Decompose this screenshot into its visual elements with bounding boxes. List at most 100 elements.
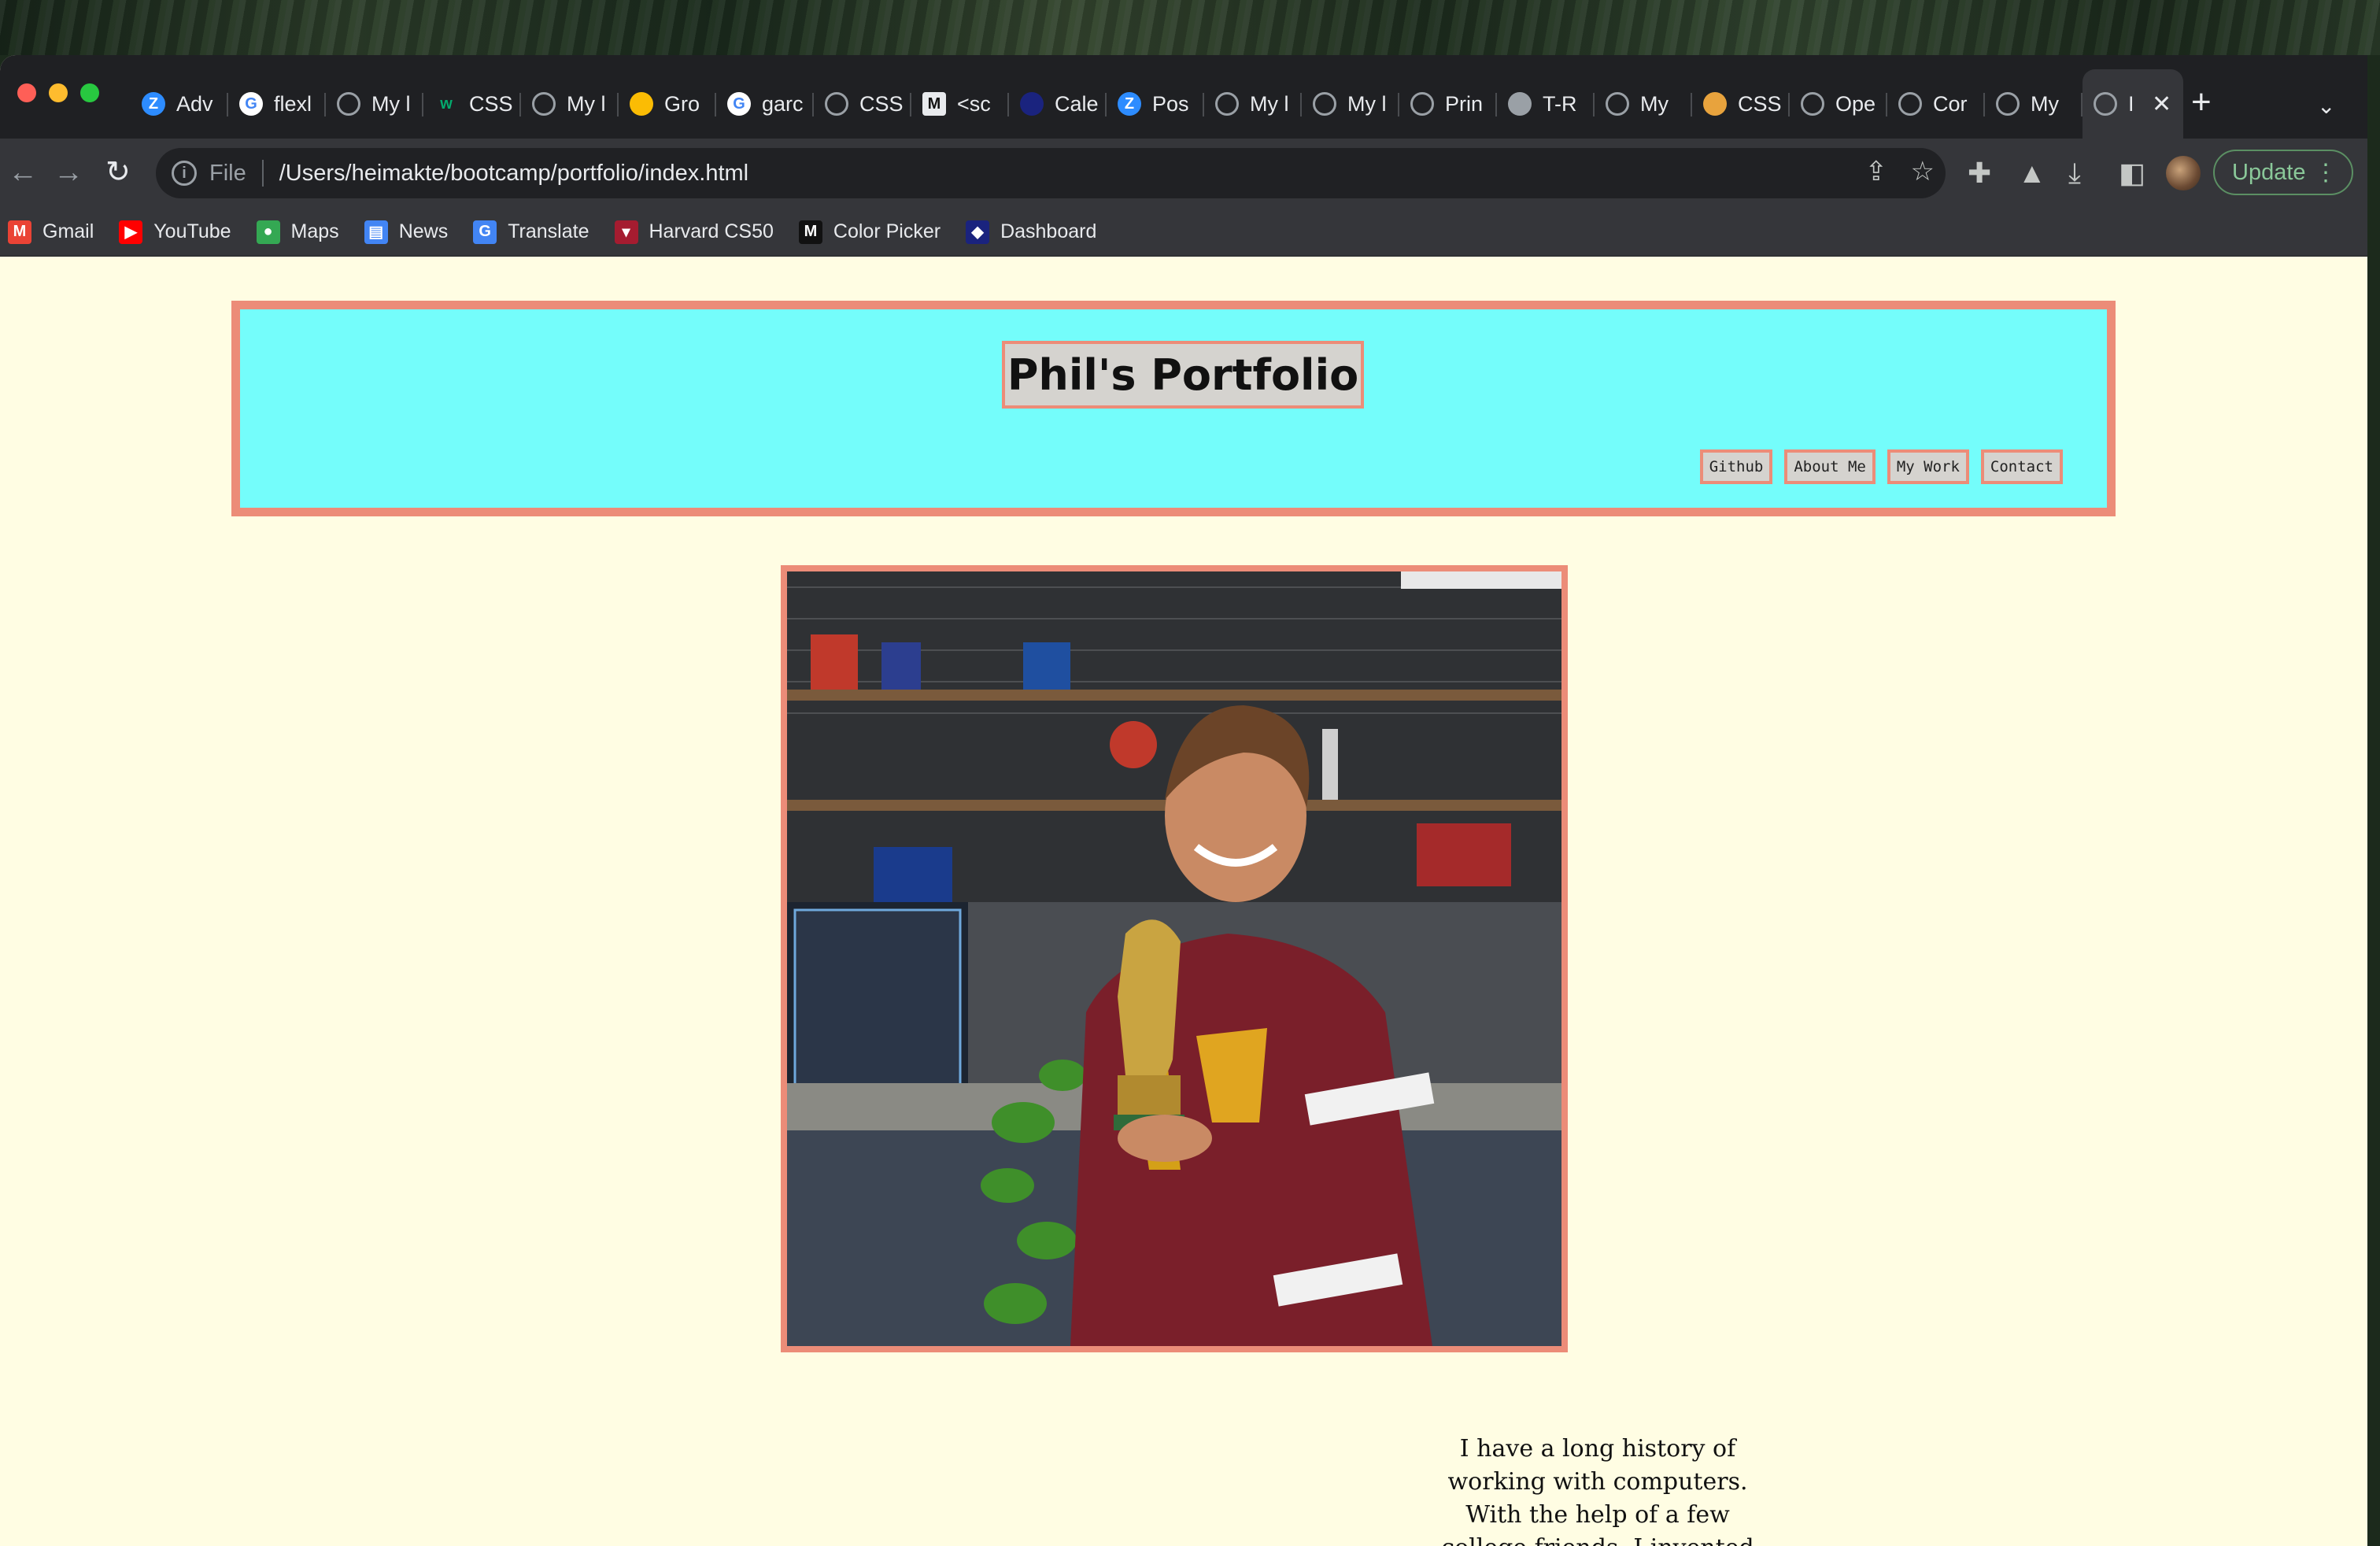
bookmark-item[interactable]: G Translate xyxy=(473,220,589,244)
back-arrow-icon[interactable]: ← xyxy=(8,153,38,192)
nav-link-github[interactable]: Github xyxy=(1699,449,1773,484)
nav-link-contact[interactable]: Contact xyxy=(1980,449,2063,484)
url-text[interactable]: /Users/heimakte/bootcamp/portfolio/index… xyxy=(279,161,748,187)
close-window-button[interactable] xyxy=(17,83,36,102)
google-icon: G xyxy=(239,92,263,116)
tab-title: My xyxy=(1640,91,1669,116)
download-icon[interactable]: ⤓ xyxy=(2068,154,2081,192)
tab-title: My l xyxy=(371,91,411,116)
browser-tab[interactable]: My l xyxy=(326,69,423,139)
tab-title: My l xyxy=(567,91,606,116)
browser-tab[interactable]: My xyxy=(1595,69,1692,139)
maximize-window-button[interactable] xyxy=(80,83,99,102)
kebab-menu-icon[interactable]: ⋮ xyxy=(2314,159,2338,187)
desktop-wallpaper xyxy=(0,0,2380,55)
browser-tab[interactable]: Cor xyxy=(1887,69,1985,139)
browser-tab[interactable]: My l xyxy=(1302,69,1399,139)
youtube-icon: ▶ xyxy=(119,220,143,244)
bookmark-item[interactable]: M Gmail xyxy=(8,220,94,244)
share-icon[interactable]: ⇪ xyxy=(1865,156,1888,187)
bookmark-item[interactable]: ▤ News xyxy=(364,220,448,244)
reload-icon[interactable]: ↻ xyxy=(105,153,131,192)
tab-title: garc xyxy=(762,91,804,116)
browser-tab[interactable]: Ggarc xyxy=(716,69,814,139)
address-bar[interactable]: i File /Users/heimakte/bootcamp/portfoli… xyxy=(156,148,1946,198)
bio-text: I have a long history of working with com… xyxy=(1436,1433,1760,1546)
forward-arrow-icon[interactable]: → xyxy=(54,153,83,192)
globe-icon xyxy=(337,92,360,116)
zoom-icon: Z xyxy=(1118,92,1141,116)
browser-tab[interactable]: Cale xyxy=(1009,69,1107,139)
browser-tab[interactable]: w CSS xyxy=(423,69,521,139)
globe-icon xyxy=(1996,92,2020,116)
browser-tab[interactable]: My l xyxy=(521,69,619,139)
browser-tab[interactable]: M <sc xyxy=(911,69,1009,139)
labs-flask-icon[interactable]: ▲ xyxy=(2018,154,2046,192)
side-panel-icon[interactable]: ◧ xyxy=(2119,154,2145,192)
site-info-icon[interactable]: i xyxy=(172,161,197,186)
bookmark-item[interactable]: ◆ Dashboard xyxy=(966,220,1096,244)
browser-tab[interactable]: My xyxy=(1985,69,2082,139)
bookmark-label: YouTube xyxy=(153,220,231,242)
tab-title: Gro xyxy=(664,91,700,116)
active-browser-tab[interactable]: I ✕ xyxy=(2082,69,2183,139)
globe-icon xyxy=(1313,92,1336,116)
w3schools-icon: w xyxy=(440,94,453,113)
bio-line: college friends, I invented xyxy=(1436,1532,1760,1546)
tab-title: Cale xyxy=(1055,91,1099,116)
bookmark-label: Maps xyxy=(290,220,339,242)
bookmark-item[interactable]: ● Maps xyxy=(256,220,339,244)
google-drive-icon xyxy=(630,92,653,116)
bookmark-star-icon[interactable]: ☆ xyxy=(1911,156,1935,187)
profile-avatar[interactable] xyxy=(2166,156,2201,190)
bookmark-item[interactable]: ▾ Harvard CS50 xyxy=(614,220,774,244)
google-translate-icon: G xyxy=(473,220,497,244)
bookmark-label: Color Picker xyxy=(833,220,941,242)
m-logo-icon: M xyxy=(798,220,822,244)
nav-link-my-work[interactable]: My Work xyxy=(1887,449,1969,484)
tab-title: Ope xyxy=(1835,91,1876,116)
tab-list: Z Adv Gflexl My l w CSS My l Gro Ggarc CSS M <sc Cal… xyxy=(131,69,2183,139)
browser-tab[interactable]: Z Adv xyxy=(131,69,228,139)
minimize-window-button[interactable] xyxy=(49,83,68,102)
globe-icon xyxy=(1606,92,1629,116)
css-tricks-icon xyxy=(1703,92,1727,116)
tab-title: My xyxy=(2031,91,2059,116)
globe-icon xyxy=(2094,92,2117,116)
browser-tab[interactable]: Prin xyxy=(1399,69,1497,139)
browser-tab[interactable]: Gflexl xyxy=(228,69,326,139)
browser-tab[interactable]: CSS xyxy=(1692,69,1790,139)
browser-tab[interactable]: T-R xyxy=(1497,69,1595,139)
close-tab-icon[interactable]: ✕ xyxy=(2152,91,2171,118)
browser-tab[interactable]: My l xyxy=(1204,69,1302,139)
maps-pin-icon: ● xyxy=(256,220,280,244)
page-viewport: Phil's Portfolio Github About Me My Work Co… xyxy=(0,257,2367,1546)
update-label: Update xyxy=(2232,159,2306,185)
bookmark-label: Gmail xyxy=(42,220,94,242)
tab-title: CSS xyxy=(1738,91,1782,116)
calendar-icon xyxy=(1020,92,1044,116)
bookmark-label: Dashboard xyxy=(1000,220,1097,242)
bookmark-item[interactable]: M Color Picker xyxy=(798,220,941,244)
tab-title: CSS xyxy=(859,91,904,116)
update-button[interactable]: Update ⋮ xyxy=(2213,150,2353,195)
tab-title: My l xyxy=(1347,91,1387,116)
bookmark-item[interactable]: ▶ YouTube xyxy=(119,220,231,244)
browser-tab[interactable]: Ope xyxy=(1790,69,1887,139)
bookmarks-bar: M Gmail ▶ YouTube ● Maps ▤ News G Translate ▾ Harva… xyxy=(0,208,2367,257)
tab-title: I xyxy=(2128,91,2134,116)
site-header: Phil's Portfolio Github About Me My Work Co… xyxy=(231,301,2116,516)
browser-tab[interactable]: CSS xyxy=(814,69,911,139)
extensions-puzzle-icon[interactable]: ✚ xyxy=(1968,154,1991,192)
site-nav: Github About Me My Work Contact xyxy=(1699,449,2063,484)
site-title: Phil's Portfolio xyxy=(1002,341,1364,409)
globe-icon xyxy=(1410,92,1434,116)
tab-search-chevron-icon[interactable]: ⌄ xyxy=(2317,93,2335,119)
dinosaur-icon xyxy=(1508,92,1532,116)
browser-tab[interactable]: Z Pos xyxy=(1107,69,1204,139)
browser-tab[interactable]: Gro xyxy=(619,69,716,139)
bookmark-label: Harvard CS50 xyxy=(649,220,774,242)
nav-link-about-me[interactable]: About Me xyxy=(1784,449,1876,484)
bookmark-label: Translate xyxy=(508,220,589,242)
new-tab-button[interactable]: + xyxy=(2191,85,2212,120)
